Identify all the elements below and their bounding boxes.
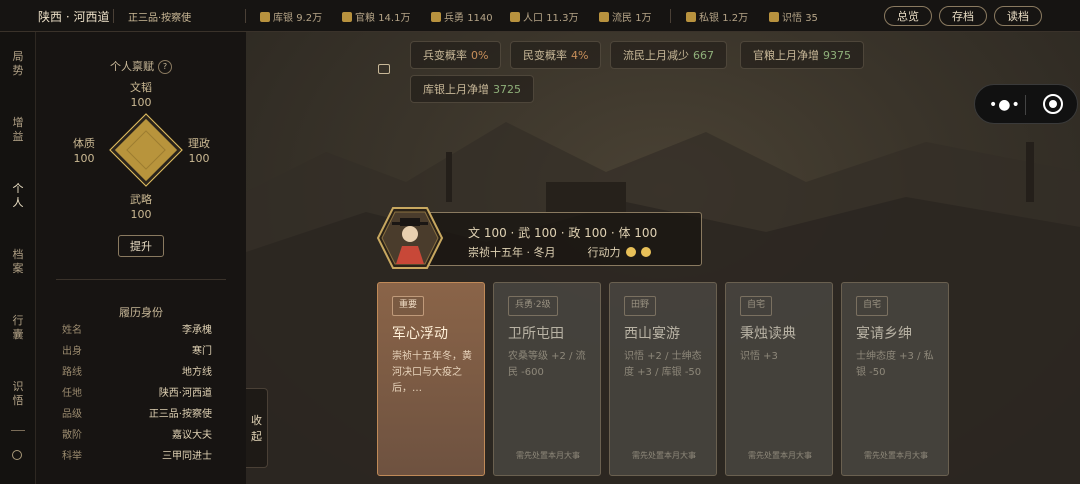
- card-desc: 崇祯十五年冬，黄河决口与大疫之后，…: [392, 351, 472, 394]
- grain-icon: [342, 12, 352, 22]
- card-footer: 需先处置本月大事: [632, 451, 696, 460]
- soldier-icon: [431, 12, 441, 22]
- chip-grain-change: 官粮上月净增 9375: [740, 41, 864, 69]
- divider: [56, 279, 226, 280]
- chip-mutiny-rate: 兵变概率 0%: [410, 41, 502, 69]
- bio-title: 履历身份: [119, 306, 163, 319]
- stat-insight: 识悟 35: [769, 9, 818, 24]
- nav-item-archive[interactable]: 档案: [0, 248, 36, 276]
- rank-label: 正三品·按察使: [128, 13, 192, 24]
- card-desc: 农桑等级 +2 / 流民 -600: [508, 351, 586, 378]
- stat-private-silver: 私银 1.2万: [686, 9, 748, 24]
- card-footer: 需先处置本月大事: [748, 451, 812, 460]
- collapse-button[interactable]: 收起: [246, 388, 268, 468]
- location-title: 陕西 · 河西道: [38, 10, 110, 24]
- attr-wen: 文韬 100: [130, 81, 152, 109]
- card-title: 军心浮动: [392, 326, 448, 342]
- event-card[interactable]: 田野 西山宴游 识悟 +2 / 士绅态度 +3 / 库银 -50 需先处置本月大…: [609, 282, 717, 476]
- card-title: 西山宴游: [624, 326, 680, 342]
- miniprogram-capsule: •●•: [974, 84, 1078, 124]
- card-tag: 自宅: [856, 296, 889, 316]
- attr-wu: 武略 100: [130, 193, 152, 221]
- card-tag: 自宅: [740, 296, 773, 316]
- event-card[interactable]: 兵勇·2级 卫所屯田 农桑等级 +2 / 流民 -600 需先处置本月大事: [493, 282, 601, 476]
- top-bar: 陕西 · 河西道 正三品·按察使 库银 9.2万 官粮 14.1万 兵勇 114…: [0, 0, 1080, 32]
- card-tag: 田野: [624, 296, 657, 316]
- card-tag: 兵勇·2级: [508, 296, 558, 316]
- refugee-icon: [599, 12, 609, 22]
- stat-soldiers: 兵勇 1140: [431, 9, 493, 24]
- character-date-row: 崇祯十五年 · 冬月 行动力: [468, 244, 651, 260]
- nav-item-bag[interactable]: 行囊: [0, 314, 36, 342]
- nav-item-personal[interactable]: 个人: [0, 182, 36, 210]
- stat-population: 人口 11.3万: [510, 9, 578, 24]
- character-stats: 文 100 · 武 100 · 政 100 · 体 100: [468, 226, 658, 240]
- event-card[interactable]: 自宅 秉烛读典 识悟 +3 需先处置本月大事: [725, 282, 833, 476]
- action-points-label: 行动力: [587, 246, 621, 259]
- nav-divider: [11, 430, 25, 431]
- stat-silver: 库银 9.2万: [260, 9, 322, 24]
- save-button[interactable]: 存档: [939, 6, 987, 26]
- divider: [1025, 95, 1026, 115]
- chat-icon[interactable]: [378, 64, 390, 74]
- card-footer: 需先处置本月大事: [516, 451, 580, 460]
- event-card[interactable]: 自宅 宴请乡绅 士绅态度 +3 / 私银 -50 需先处置本月大事: [841, 282, 949, 476]
- stat-grain: 官粮 14.1万: [342, 9, 410, 24]
- card-footer: 需先处置本月大事: [864, 451, 928, 460]
- nav-item-buffs[interactable]: 增益: [0, 116, 36, 144]
- help-icon[interactable]: ?: [158, 60, 172, 74]
- side-nav: 局势 增益 个人 档案 行囊 识悟: [0, 32, 36, 484]
- stat-refugees: 流民 1万: [599, 9, 652, 24]
- settings-circle-icon[interactable]: [12, 450, 22, 460]
- event-card-main[interactable]: 重要 军心浮动 崇祯十五年冬，黄河决口与大疫之后，…: [377, 282, 485, 476]
- divider: [670, 9, 671, 23]
- attr-zheng: 理政 100: [188, 137, 210, 165]
- people-icon: [510, 12, 520, 22]
- personal-panel: 个人禀赋? 文韬 100 理政 100 体质 100 武略 100 提升 履历身份 姓名…: [36, 32, 246, 484]
- action-point-icon: [625, 247, 636, 257]
- close-target-icon[interactable]: [1043, 94, 1063, 114]
- book-icon: [769, 12, 779, 22]
- card-desc: 士绅态度 +3 / 私银 -50: [856, 351, 934, 378]
- card-tag: 重要: [392, 296, 425, 316]
- nav-item-situation[interactable]: 局势: [0, 50, 36, 78]
- card-desc: 识悟 +3: [740, 351, 778, 362]
- more-icon[interactable]: •●•: [989, 97, 1021, 113]
- overview-button[interactable]: 总览: [884, 6, 932, 26]
- talent-title: 个人禀赋?: [36, 58, 246, 74]
- chip-riot-rate: 民变概率 4%: [510, 41, 602, 69]
- money-icon: [686, 12, 696, 22]
- action-point-icon: [640, 247, 651, 257]
- card-title: 秉烛读典: [740, 326, 796, 342]
- upgrade-button[interactable]: 提升: [118, 235, 164, 257]
- card-title: 卫所屯田: [508, 326, 564, 342]
- load-button[interactable]: 读档: [994, 6, 1042, 26]
- divider: [113, 9, 114, 23]
- divider: [245, 9, 246, 23]
- card-title: 宴请乡绅: [856, 326, 912, 342]
- silver-icon: [260, 12, 270, 22]
- chip-silver-change: 库银上月净增 3725: [410, 75, 534, 103]
- chip-refugee-change: 流民上月减少 667: [610, 41, 727, 69]
- portrait-hex[interactable]: [376, 206, 444, 270]
- card-desc: 识悟 +2 / 士绅态度 +3 / 库银 -50: [624, 351, 702, 378]
- attr-ti: 体质 100: [73, 137, 95, 165]
- nav-item-insight[interactable]: 识悟: [0, 380, 36, 408]
